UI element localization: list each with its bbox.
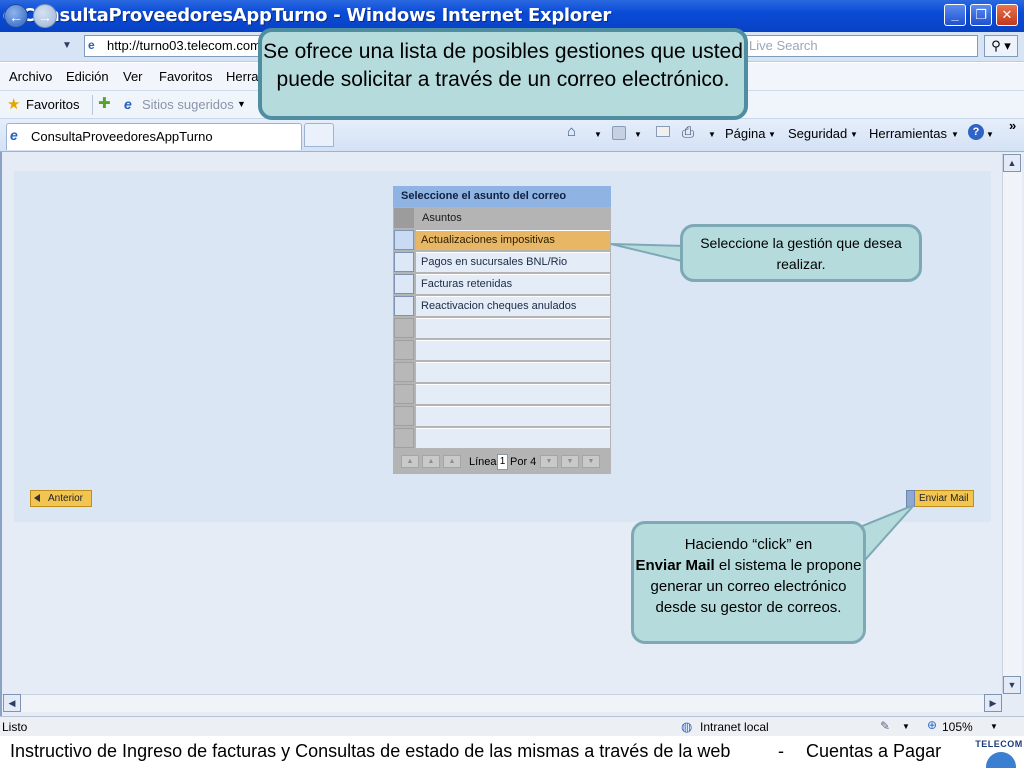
status-bar [0, 716, 1024, 736]
zoom-level[interactable]: 105% [942, 720, 973, 734]
footer-description: Instructivo de Ingreso de facturas y Con… [10, 741, 731, 761]
telecom-logo: TELECOM [975, 739, 1023, 749]
footer-separator: - [778, 741, 784, 761]
callout-intro: Se ofrece una lista de posibles gestione… [258, 28, 748, 120]
protected-dropdown-icon[interactable]: ▼ [902, 722, 910, 731]
footer-section: Cuentas a Pagar [806, 741, 942, 761]
zone-text: Intranet local [700, 720, 769, 734]
callout-send-mail-pre: Haciendo “click” en [684, 536, 813, 553]
protected-mode-icon[interactable]: ✎ [880, 719, 890, 733]
callout-send-mail: Haciendo “click” en Enviar Mail el siste… [631, 521, 866, 644]
zoom-dropdown-icon[interactable]: ▼ [990, 722, 998, 731]
callout-send-mail-bold: Enviar Mail [635, 557, 715, 574]
intranet-globe-icon: ◍ [681, 719, 693, 734]
callout-right-pointer [610, 243, 687, 264]
status-text: Listo [2, 720, 28, 734]
zoom-icon[interactable]: ⊕ [927, 718, 937, 732]
callout-select: Seleccione la gestión que desea realizar… [680, 224, 922, 282]
